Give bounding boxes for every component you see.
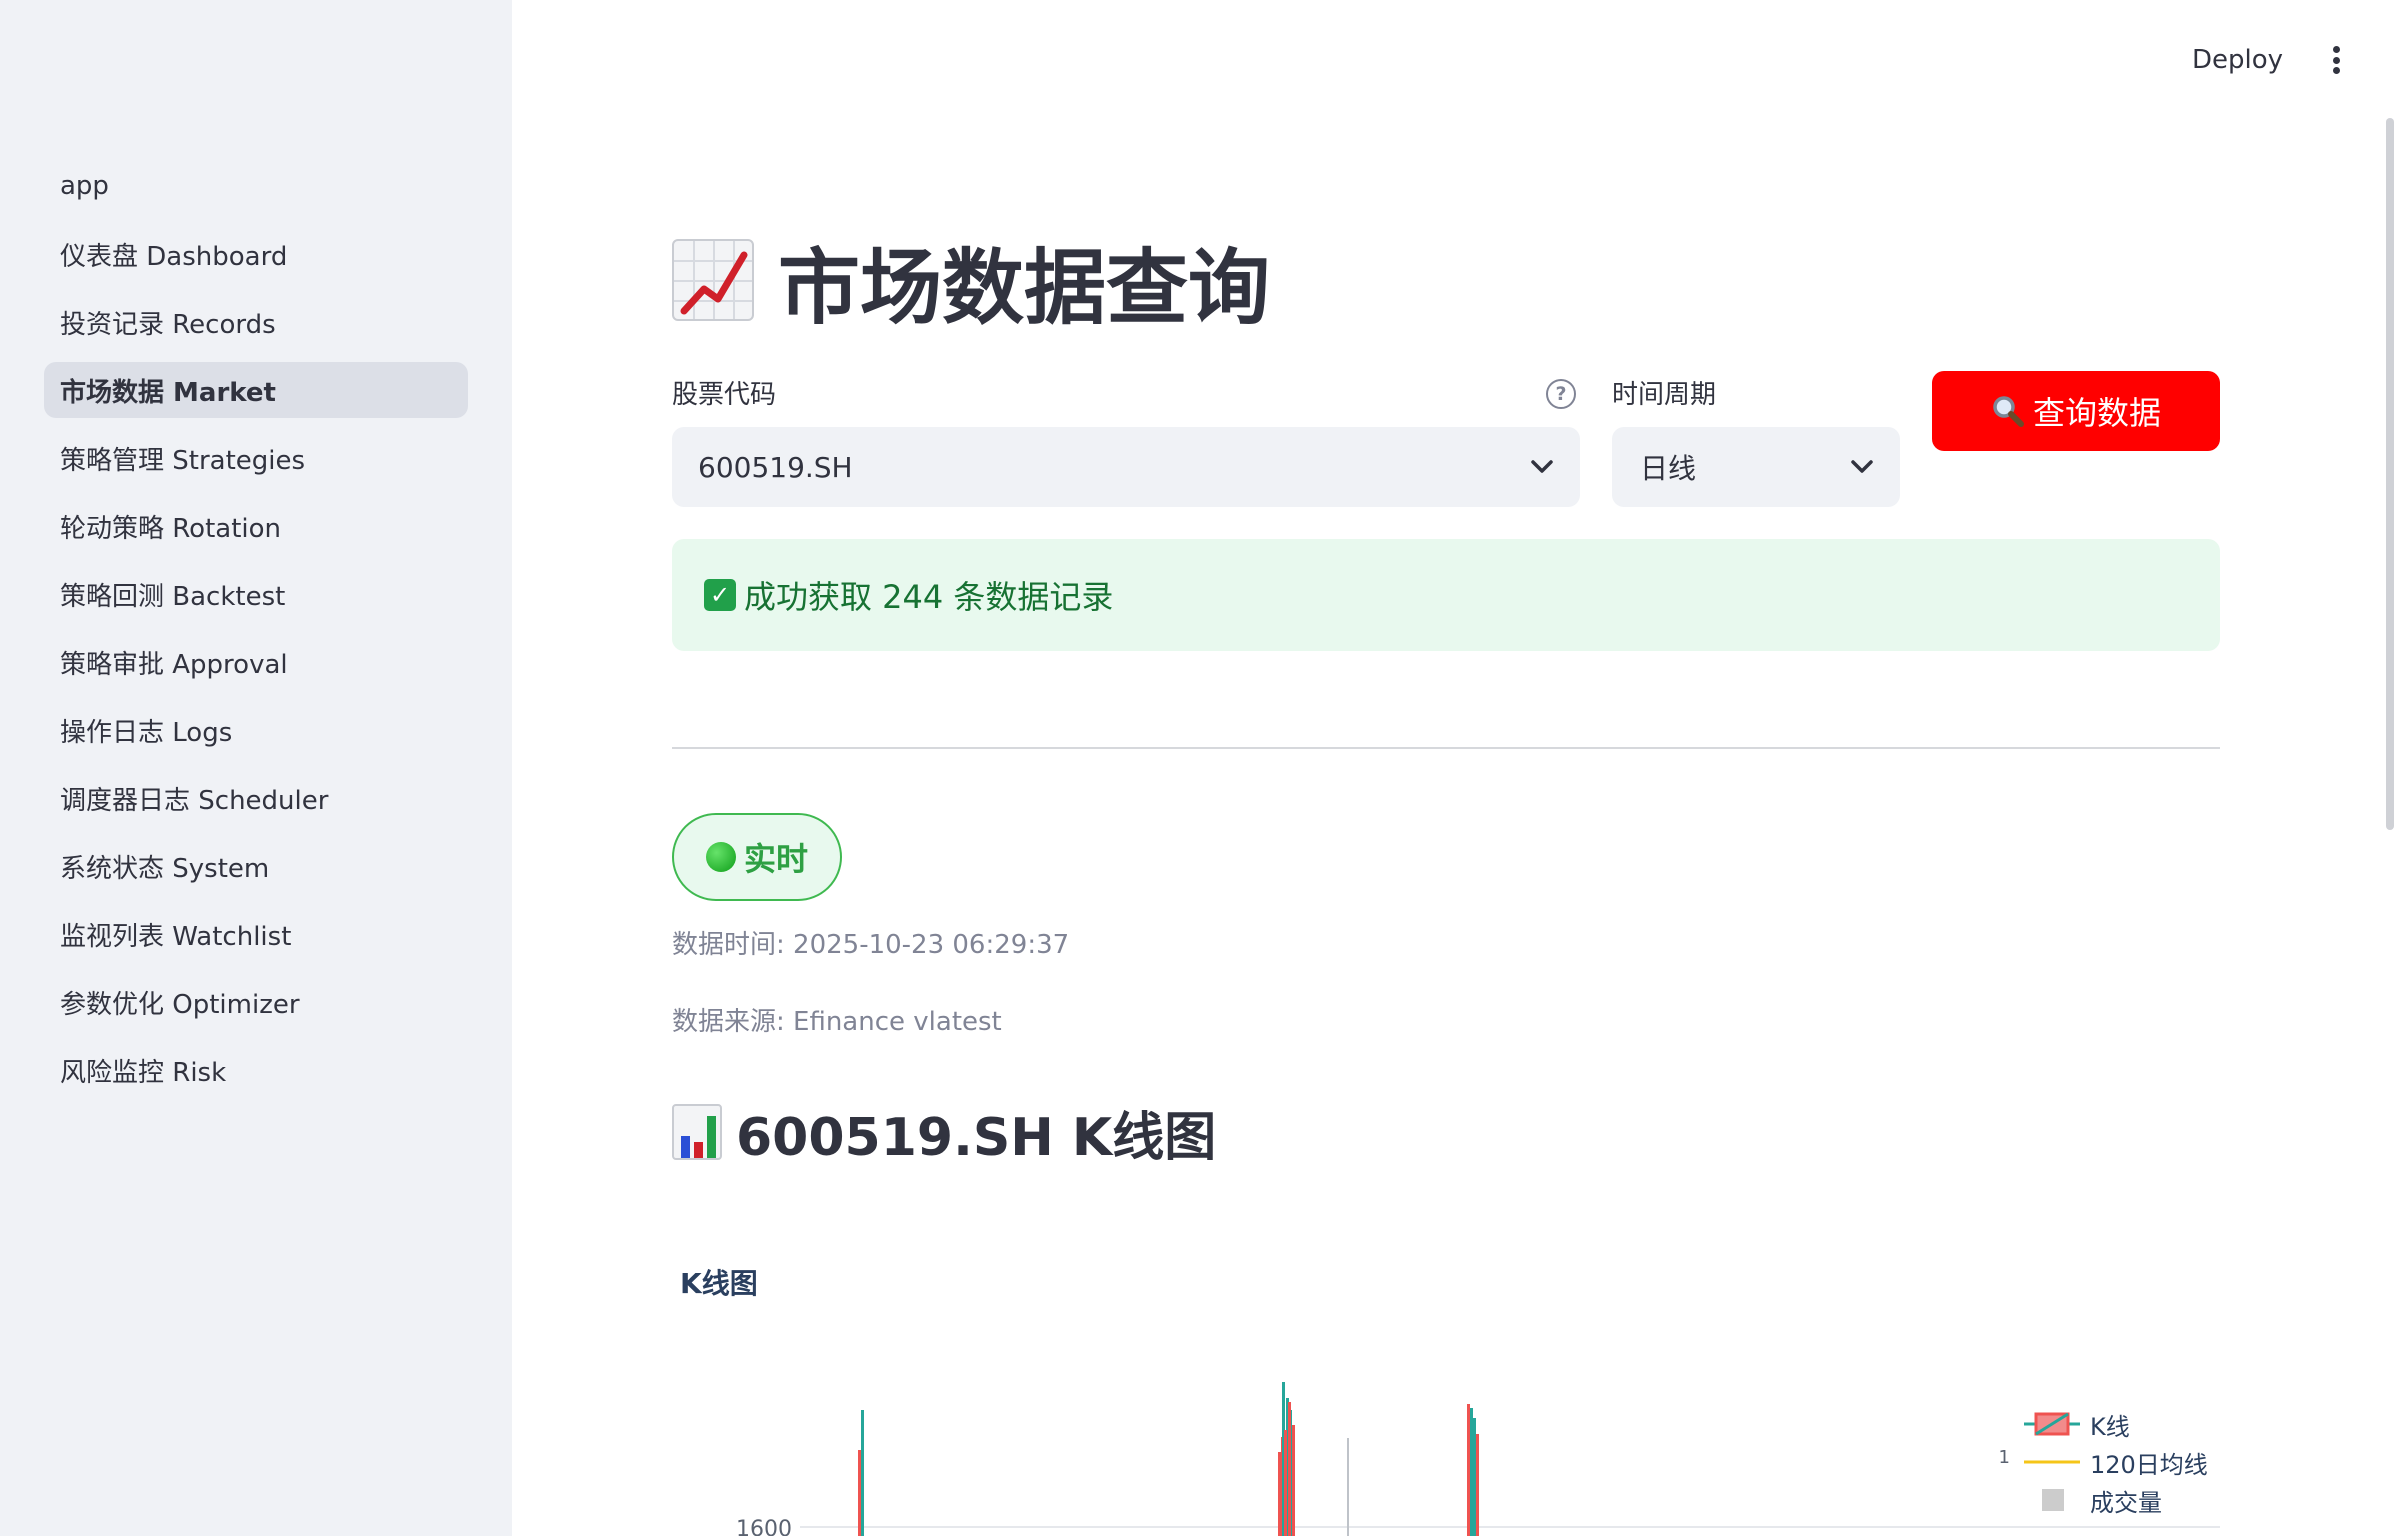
candle xyxy=(1284,1430,1287,1536)
stock-code-value: 600519.SH xyxy=(698,450,853,484)
sidebar-item[interactable]: 市场数据 Market xyxy=(44,362,468,418)
candlestick-legend-icon xyxy=(2024,1412,2080,1436)
sidebar-item[interactable]: 参数优化 Optimizer xyxy=(44,974,468,1030)
candle xyxy=(1467,1404,1470,1536)
period-select[interactable]: 日线 xyxy=(1612,427,1900,507)
legend-label: K线 xyxy=(2090,1412,2130,1441)
sidebar: app 仪表盘 Dashboard 投资记录 Records 市场数据 Market 策… xyxy=(0,0,512,1536)
query-data-button[interactable]: 查询数据 xyxy=(1932,371,2220,451)
live-status-badge: 实时 xyxy=(672,813,842,901)
check-mark-icon: ✓ xyxy=(704,579,736,611)
sidebar-item[interactable]: 策略审批 Approval xyxy=(44,634,468,690)
legend-label: 120日均线 xyxy=(2090,1450,2208,1479)
candle xyxy=(858,1450,861,1536)
candle xyxy=(1473,1418,1476,1536)
legend-item-volume[interactable]: 成交量 xyxy=(2020,1481,2240,1519)
sidebar-item[interactable]: 风险监控 Risk xyxy=(44,1042,468,1098)
sidebar-item[interactable]: 系统状态 System xyxy=(44,838,468,894)
data-source: 数据来源: Efinance vlatest xyxy=(672,1007,1002,1037)
sidebar-item[interactable]: 操作日志 Logs xyxy=(44,702,468,758)
period-value: 日线 xyxy=(1640,452,1697,485)
deploy-button[interactable]: Deploy xyxy=(2180,38,2295,82)
sidebar-item[interactable]: app xyxy=(44,158,468,214)
candle xyxy=(1288,1402,1291,1536)
candle xyxy=(1470,1408,1473,1536)
magnifier-icon xyxy=(1993,396,2024,427)
bar-chart-icon xyxy=(672,1104,722,1160)
sidebar-item[interactable]: 策略回测 Backtest xyxy=(44,566,468,622)
sidebar-nav: app 仪表盘 Dashboard 投资记录 Records 市场数据 Market 策… xyxy=(44,158,468,1110)
legend-item-candles[interactable]: K线 xyxy=(2020,1405,2240,1443)
query-data-label: 查询数据 xyxy=(2032,394,2161,432)
candle xyxy=(1278,1452,1281,1536)
chart-heading: 600519.SH K线图 xyxy=(672,1092,1216,1172)
help-icon[interactable]: ? xyxy=(1546,379,1576,409)
chart-title: K线图 xyxy=(680,1267,758,1300)
candle xyxy=(861,1410,864,1536)
sidebar-item[interactable]: 投资记录 Records xyxy=(44,294,468,350)
chevron-down-icon xyxy=(1531,460,1553,473)
chevron-down-icon xyxy=(1851,460,1873,473)
sidebar-item[interactable]: 监视列表 Watchlist xyxy=(44,906,468,962)
stock-code-label: 股票代码 xyxy=(672,380,777,410)
stock-code-select[interactable]: 600519.SH xyxy=(672,427,1580,507)
legend-item-ma120[interactable]: 120日均线 xyxy=(2020,1443,2240,1481)
page-title: 市场数据查询 xyxy=(672,230,1270,336)
green-circle-icon xyxy=(705,842,736,872)
scrollbar[interactable] xyxy=(2386,118,2394,830)
bar-legend-icon xyxy=(2042,1489,2064,1511)
sidebar-item[interactable]: 仪表盘 Dashboard xyxy=(44,226,468,282)
chart-legend: K线 120日均线 成交量 xyxy=(2020,1405,2240,1519)
main-menu-icon[interactable] xyxy=(2326,40,2346,80)
candle xyxy=(1476,1434,1479,1536)
page-title-text: 市场数据查询 xyxy=(778,240,1271,336)
sidebar-item[interactable]: 轮动策略 Rotation xyxy=(44,498,468,554)
candle xyxy=(1292,1425,1295,1536)
sidebar-item[interactable]: 调度器日志 Scheduler xyxy=(44,770,468,826)
live-status-label: 实时 xyxy=(743,840,808,878)
chart-heading-text: 600519.SH K线图 xyxy=(736,1107,1217,1168)
divider xyxy=(672,747,2220,749)
y-tick-label: 1600 xyxy=(736,1517,792,1536)
secondary-y-tick-label: 1 xyxy=(1999,1447,2010,1468)
line-legend-icon xyxy=(2024,1460,2080,1464)
period-label: 时间周期 xyxy=(1612,380,1717,410)
legend-label: 成交量 xyxy=(2090,1488,2162,1517)
success-alert: ✓ 成功获取 244 条数据记录 xyxy=(672,539,2220,651)
candlestick-chart[interactable]: 1600 1 xyxy=(680,1380,2240,1536)
success-message: 成功获取 244 条数据记录 xyxy=(744,578,1114,616)
data-time: 数据时间: 2025-10-23 06:29:37 xyxy=(672,930,1070,960)
sidebar-item[interactable]: 策略管理 Strategies xyxy=(44,430,468,486)
chart-increasing-icon xyxy=(672,239,754,321)
